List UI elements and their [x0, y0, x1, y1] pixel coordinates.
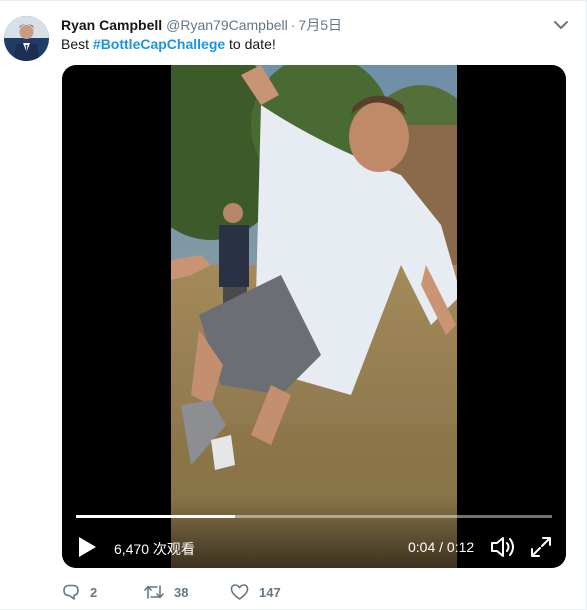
tweet-text-end: to date! [225, 36, 276, 52]
author-name[interactable]: Ryan Campbell [61, 17, 162, 33]
fullscreen-icon[interactable] [529, 535, 553, 559]
author-handle[interactable]: @Ryan79Campbell [166, 17, 288, 33]
progress-bar[interactable] [76, 515, 552, 518]
video-player[interactable]: 6,470 次观看 0:04 / 0:12 [62, 65, 566, 568]
tweet-card[interactable]: Ryan Campbell @Ryan79Campbell · 7月5日 Bes… [0, 0, 587, 610]
avatar-image [4, 16, 49, 61]
reply-icon [63, 584, 79, 600]
reply-button[interactable]: 2 [62, 583, 144, 601]
timestamp[interactable]: 7月5日 [298, 15, 342, 35]
chevron-down-icon[interactable] [552, 18, 570, 32]
retweet-count: 38 [174, 584, 189, 600]
video-frame [171, 65, 457, 568]
like-button[interactable]: 147 [230, 583, 320, 601]
retweet-icon [144, 585, 164, 599]
heart-icon [230, 584, 249, 600]
progress-fill [76, 515, 235, 518]
view-count: 6,470 次观看 [114, 541, 195, 557]
like-count: 147 [259, 584, 281, 600]
retweet-button[interactable]: 38 [144, 583, 230, 601]
avatar[interactable] [4, 16, 49, 61]
hashtag-link[interactable]: #BottleCapChallege [93, 36, 225, 52]
video-time: 0:04 / 0:12 [408, 539, 475, 555]
reply-count: 2 [90, 584, 98, 600]
tweet-header: Ryan Campbell @Ryan79Campbell · 7月5日 [61, 15, 342, 35]
tweet-text: Best #BottleCapChallege to date! [61, 36, 276, 52]
video-frame-image [171, 65, 457, 568]
volume-icon[interactable] [490, 535, 516, 559]
tweet-actions: 2 38 147 [62, 581, 320, 603]
tweet-text-start: Best [61, 36, 93, 52]
separator-dot: · [290, 17, 296, 33]
play-icon[interactable] [76, 535, 98, 559]
